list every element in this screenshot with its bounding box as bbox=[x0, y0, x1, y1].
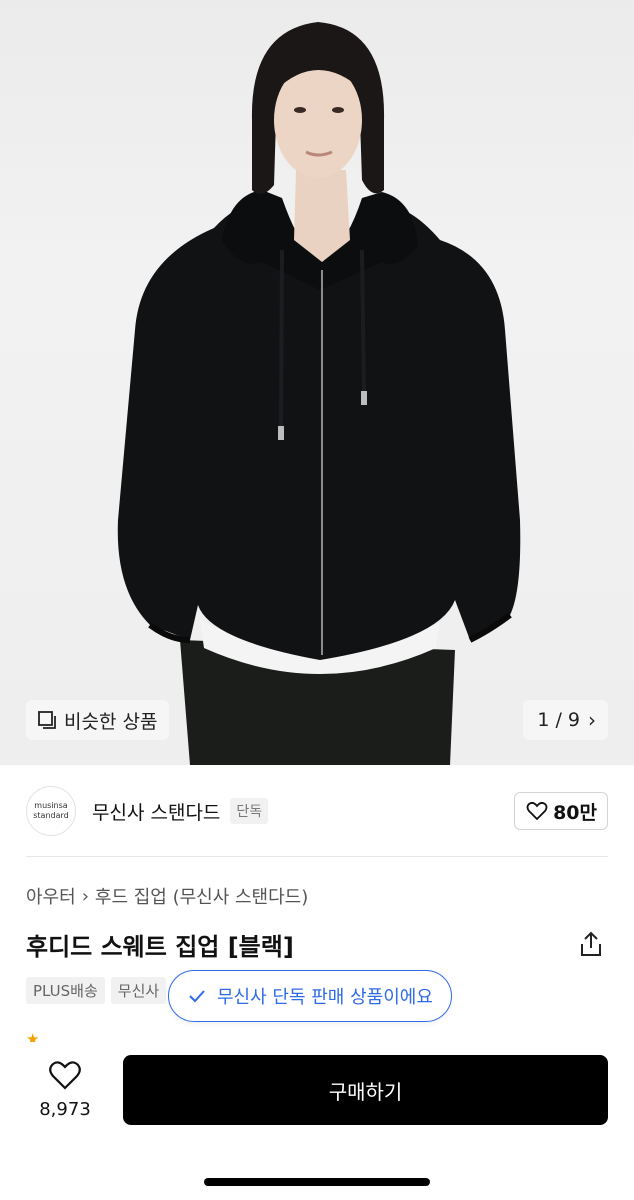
model-photo bbox=[117, 22, 521, 765]
wishlist-button[interactable]: 8,973 bbox=[30, 1059, 100, 1120]
tag-musinsa: 무신사 bbox=[110, 977, 167, 1004]
chevron-right-icon: › bbox=[588, 708, 596, 732]
tag-plus-delivery: PLUS배송 bbox=[26, 977, 105, 1004]
similar-products-label: 비슷한 상품 bbox=[64, 710, 158, 733]
buy-button[interactable]: 구매하기 bbox=[123, 1055, 608, 1125]
bottom-action-bar: 8,973 구매하기 bbox=[0, 1045, 634, 1200]
brand-logo-text-bottom: standard bbox=[33, 811, 69, 820]
brand-like-button[interactable]: 80만 bbox=[514, 792, 608, 830]
brand-like-count: 80만 bbox=[553, 801, 597, 824]
product-title: 후디드 스웨트 집업 [블랙] bbox=[26, 932, 294, 961]
brand-row[interactable]: musinsa standard 무신사 스탠다드 단독 80만 bbox=[26, 786, 608, 836]
similar-products-button[interactable]: 비슷한 상품 bbox=[26, 700, 170, 740]
product-tags: PLUS배송 무신사 bbox=[26, 977, 172, 1004]
exclusive-toast: 무신사 단독 판매 상품이에요 bbox=[168, 970, 452, 1022]
brand-logo-text-top: musinsa bbox=[34, 801, 68, 810]
share-icon[interactable] bbox=[578, 930, 604, 958]
home-indicator[interactable] bbox=[204, 1178, 430, 1186]
toast-message: 무신사 단독 판매 상품이에요 bbox=[217, 987, 433, 1008]
breadcrumb-category[interactable]: 아우터 bbox=[26, 883, 76, 909]
breadcrumb-subcategory[interactable]: 후드 집업 (무신사 스탠다드) bbox=[95, 883, 308, 909]
chevron-right-icon: › bbox=[81, 885, 89, 907]
heart-outline-icon bbox=[49, 1061, 81, 1090]
copy-icon bbox=[38, 711, 56, 729]
wishlist-count: 8,973 bbox=[39, 1099, 91, 1120]
image-counter: 1 / 9 bbox=[537, 709, 580, 731]
exclusive-badge: 단독 bbox=[230, 798, 269, 824]
divider bbox=[26, 856, 608, 857]
brand-logo[interactable]: musinsa standard bbox=[26, 786, 76, 836]
product-image[interactable]: 비슷한 상품 1 / 9 › bbox=[0, 0, 634, 765]
brand-name[interactable]: 무신사 스탠다드 bbox=[92, 798, 220, 825]
image-counter-button[interactable]: 1 / 9 › bbox=[523, 700, 608, 740]
rating-row-peek: ★ bbox=[26, 1030, 40, 1042]
breadcrumb: 아우터 › 후드 집업 (무신사 스탠다드) bbox=[26, 883, 308, 909]
product-title-row: 후디드 스웨트 집업 [블랙] bbox=[26, 924, 608, 964]
check-icon bbox=[189, 990, 205, 1003]
heart-outline-icon bbox=[526, 801, 548, 821]
